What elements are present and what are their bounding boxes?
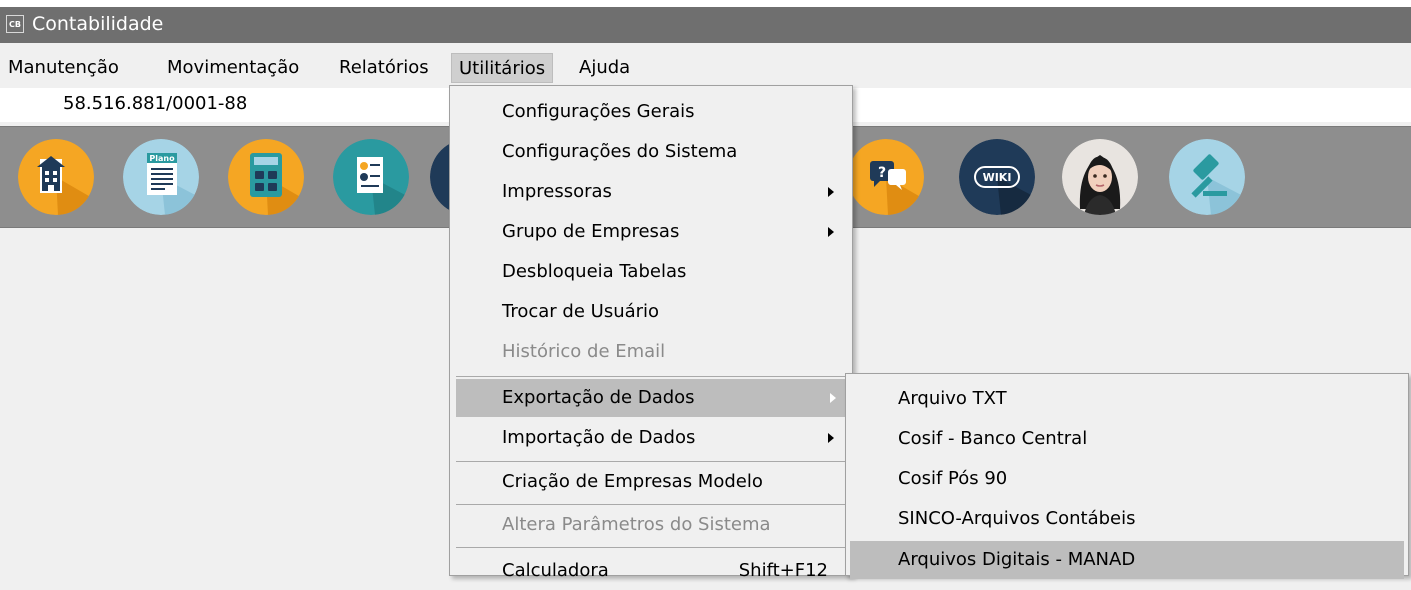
- building-icon[interactable]: [18, 139, 94, 215]
- exportacao-submenu: Arquivo TXT Cosif - Banco Central Cosif …: [845, 373, 1409, 579]
- submenu-arrow-icon: [830, 393, 836, 403]
- menu-separator: [456, 504, 846, 505]
- menu-bar: Manutenção Movimentação Relatórios Utili…: [0, 53, 1411, 85]
- menu-item-historico-email: Histórico de Email: [450, 333, 850, 371]
- menu-item-label: SINCO-Arquivos Contábeis: [898, 508, 1136, 529]
- menu-ajuda[interactable]: Ajuda: [572, 53, 637, 83]
- menu-item-label: Calculadora: [502, 560, 609, 581]
- help-chat-icon[interactable]: ?: [848, 139, 924, 215]
- menu-item-label: Cosif Pós 90: [898, 468, 1008, 489]
- app-icon[interactable]: CB: [6, 15, 24, 33]
- submenu-item-arquivo-txt[interactable]: Arquivo TXT: [846, 380, 1406, 418]
- menu-item-label: Altera Parâmetros do Sistema: [502, 514, 771, 535]
- title-bar-strip[interactable]: CB Contabilidade: [0, 7, 1411, 43]
- menu-item-label: Arquivos Digitais - MANAD: [898, 549, 1136, 570]
- menu-item-label: Configurações do Sistema: [502, 141, 738, 162]
- menu-item-configuracoes-gerais[interactable]: Configurações Gerais: [450, 93, 850, 131]
- menu-separator: [456, 547, 846, 548]
- submenu-item-arquivos-digitais-manad[interactable]: Arquivos Digitais - MANAD: [850, 541, 1404, 579]
- menu-item-calculadora[interactable]: Calculadora Shift+F12: [450, 552, 850, 590]
- submenu-arrow-icon: [828, 433, 834, 443]
- wiki-icon-text: WIKI: [983, 171, 1012, 184]
- svg-text:?: ?: [878, 165, 886, 181]
- menu-item-label: Criação de Empresas Modelo: [502, 471, 763, 492]
- calculator-icon[interactable]: [228, 139, 304, 215]
- submenu-arrow-icon: [828, 227, 834, 237]
- menu-item-grupo-empresas[interactable]: Grupo de Empresas: [450, 213, 850, 251]
- menu-item-desbloqueia-tabelas[interactable]: Desbloqueia Tabelas: [450, 253, 850, 291]
- menu-item-configuracoes-sistema[interactable]: Configurações do Sistema: [450, 133, 850, 171]
- menu-separator: [456, 376, 846, 377]
- menu-item-label: Impressoras: [502, 181, 612, 202]
- plano-icon-text: Plano: [149, 154, 175, 163]
- menu-item-label: Cosif - Banco Central: [898, 428, 1088, 449]
- menu-item-label: Arquivo TXT: [898, 388, 1007, 409]
- submenu-item-cosif-pos-90[interactable]: Cosif Pós 90: [846, 460, 1406, 498]
- menu-item-label: Exportação de Dados: [502, 387, 695, 408]
- report-chart-icon[interactable]: [333, 139, 409, 215]
- menu-item-impressoras[interactable]: Impressoras: [450, 173, 850, 211]
- company-cnpj: 58.516.881/0001-88: [63, 93, 248, 114]
- menu-relatorios[interactable]: Relatórios: [332, 53, 436, 83]
- menu-item-altera-parametros: Altera Parâmetros do Sistema: [450, 506, 850, 544]
- menu-item-label: Histórico de Email: [502, 341, 666, 362]
- menu-item-label: Desbloqueia Tabelas: [502, 261, 687, 282]
- menu-item-label: Importação de Dados: [502, 427, 696, 448]
- menu-item-label: Grupo de Empresas: [502, 221, 680, 242]
- assistant-avatar-icon[interactable]: [1062, 139, 1138, 215]
- window-title: Contabilidade: [32, 13, 164, 35]
- utilitarios-menu: Configurações Gerais Configurações do Si…: [449, 85, 853, 581]
- menu-utilitarios[interactable]: Utilitários: [451, 53, 554, 83]
- menu-manutencao[interactable]: Manutenção: [1, 53, 126, 83]
- title-bar: CB Contabilidade: [0, 0, 1411, 43]
- gavel-icon[interactable]: [1169, 139, 1245, 215]
- shortcut-label: Shift+F12: [738, 560, 828, 581]
- menu-item-importacao-dados[interactable]: Importação de Dados: [450, 419, 850, 457]
- menu-separator: [456, 461, 846, 462]
- submenu-item-sinco[interactable]: SINCO-Arquivos Contábeis: [846, 500, 1406, 538]
- menu-item-trocar-usuario[interactable]: Trocar de Usuário: [450, 293, 850, 331]
- submenu-arrow-icon: [828, 187, 834, 197]
- menu-item-label: Configurações Gerais: [502, 101, 695, 122]
- submenu-item-cosif-banco-central[interactable]: Cosif - Banco Central: [846, 420, 1406, 458]
- plano-document-icon[interactable]: Plano: [123, 139, 199, 215]
- menu-movimentacao[interactable]: Movimentação: [160, 53, 306, 83]
- menu-item-exportacao-dados[interactable]: Exportação de Dados: [456, 379, 846, 417]
- wiki-icon[interactable]: WIKI: [959, 139, 1035, 215]
- menu-item-criacao-empresas-modelo[interactable]: Criação de Empresas Modelo: [450, 463, 850, 501]
- menu-item-label: Trocar de Usuário: [502, 301, 660, 322]
